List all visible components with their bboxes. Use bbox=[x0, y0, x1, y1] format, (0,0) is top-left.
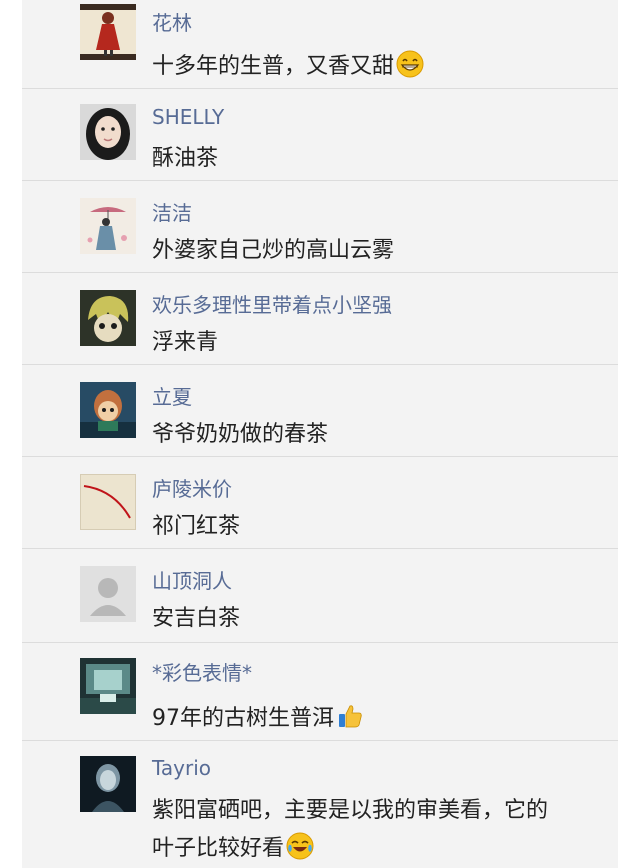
commenter-name[interactable]: 山顶洞人 bbox=[152, 565, 232, 594]
comment-text-content: 十多年的生普，又香又甜 bbox=[152, 54, 395, 79]
comment-text: 十多年的生普，又香又甜 bbox=[152, 48, 424, 80]
comments-panel: 花林 十多年的生普，又香又甜 SHELLY 酥油茶 洁洁 外婆家自己炒的高山云雾… bbox=[22, 0, 618, 868]
comment-row: SHELLY 酥油茶 bbox=[22, 88, 618, 181]
commenter-name[interactable]: 欢乐多理性里带着点小坚强 bbox=[152, 289, 392, 318]
comment-text-line-1: 紫阳富硒吧，主要是以我的审美看，它的 bbox=[152, 798, 549, 823]
comment-row: 立夏 爷爷奶奶做的春茶 bbox=[22, 364, 618, 457]
comment-text: 外婆家自己炒的高山云雾 bbox=[152, 238, 395, 263]
comment-text: 97年的古树生普洱 bbox=[152, 700, 364, 732]
avatar[interactable] bbox=[80, 382, 136, 438]
avatar[interactable] bbox=[80, 198, 136, 254]
avatar[interactable] bbox=[80, 4, 136, 60]
avatar[interactable] bbox=[80, 756, 136, 812]
comment-row: 洁洁 外婆家自己炒的高山云雾 bbox=[22, 180, 618, 273]
commenter-name[interactable]: Tayrio bbox=[152, 756, 211, 780]
comment-text: 祁门红茶 bbox=[152, 514, 241, 539]
avatar[interactable] bbox=[80, 474, 136, 530]
commenter-name[interactable]: 洁洁 bbox=[152, 197, 192, 226]
avatar[interactable] bbox=[80, 290, 136, 346]
comment-text-content: 叶子比较好看 bbox=[152, 836, 285, 861]
comment-text: 浮来青 bbox=[152, 330, 219, 355]
comment-row: Tayrio 紫阳富硒吧，主要是以我的审美看，它的 叶子比较好看 bbox=[22, 740, 618, 868]
commenter-name[interactable]: SHELLY bbox=[152, 105, 224, 129]
commenter-name[interactable]: 花林 bbox=[152, 7, 192, 36]
comment-row: 庐陵米价 祁门红茶 bbox=[22, 456, 618, 549]
comment-text: 酥油茶 bbox=[152, 146, 219, 171]
comment-row: 欢乐多理性里带着点小坚强 浮来青 bbox=[22, 272, 618, 365]
comment-row: 山顶洞人 安吉白茶 bbox=[22, 548, 618, 643]
comment-text-content: 97年的古树生普洱 bbox=[152, 706, 334, 731]
comment-row: *彩色表情* 97年的古树生普洱 bbox=[22, 642, 618, 741]
avatar[interactable] bbox=[80, 658, 136, 714]
thumbs-up-icon bbox=[336, 702, 364, 730]
tears-of-joy-face-icon bbox=[286, 832, 314, 860]
commenter-name[interactable]: 立夏 bbox=[152, 381, 192, 410]
avatar[interactable] bbox=[80, 566, 136, 622]
comment-text: 安吉白茶 bbox=[152, 606, 241, 631]
comment-text-line-2: 叶子比较好看 bbox=[152, 830, 314, 862]
commenter-name[interactable]: *彩色表情* bbox=[152, 657, 252, 686]
comment-text: 爷爷奶奶做的春茶 bbox=[152, 422, 329, 447]
avatar[interactable] bbox=[80, 104, 136, 160]
commenter-name[interactable]: 庐陵米价 bbox=[152, 473, 232, 502]
grinning-face-icon bbox=[396, 50, 424, 78]
comment-row: 花林 十多年的生普，又香又甜 bbox=[22, 0, 618, 89]
